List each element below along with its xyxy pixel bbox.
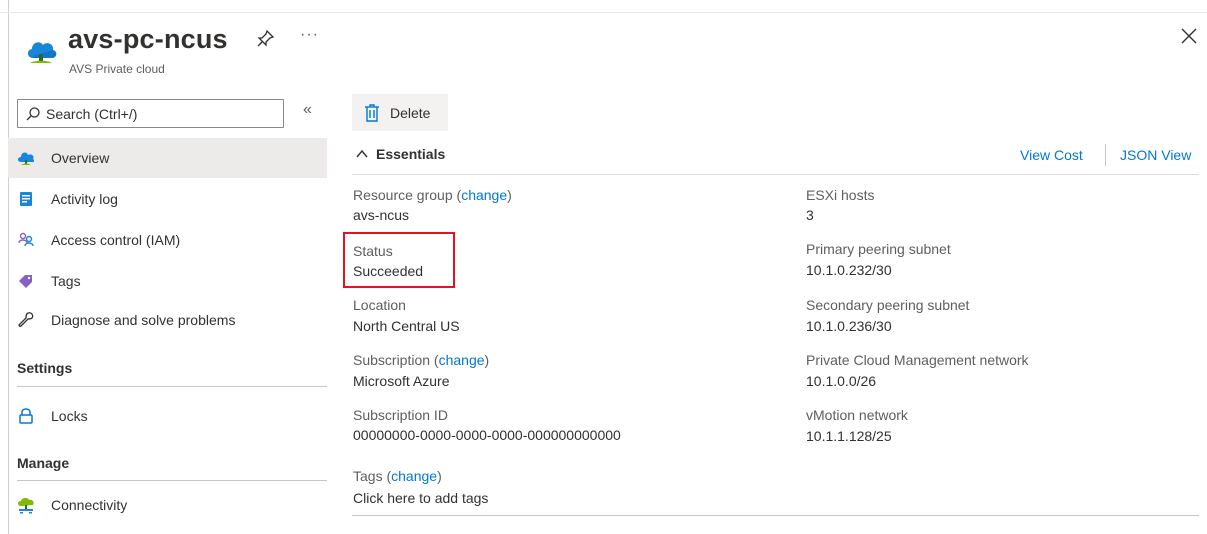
sidebar-item-label: Connectivity — [51, 497, 128, 513]
top-border — [0, 12, 1207, 13]
subscription-value[interactable]: Microsoft Azure — [353, 373, 449, 389]
chevron-up-icon — [356, 149, 368, 158]
secondary-subnet-label: Secondary peering subnet — [806, 297, 970, 313]
page-subtitle: AVS Private cloud — [69, 62, 165, 76]
change-tags-link[interactable]: change — [391, 468, 437, 484]
mgmt-network-value: 10.1.0.0/26 — [806, 373, 877, 389]
close-icon[interactable] — [1180, 27, 1198, 45]
sidebar-item-label: Activity log — [51, 191, 118, 207]
primary-subnet-value: 10.1.0.232/30 — [806, 262, 892, 278]
overview-cloud-icon — [17, 149, 35, 167]
resource-group-label-text: Resource group — [353, 187, 453, 203]
section-divider — [17, 386, 327, 387]
secondary-subnet-value: 10.1.0.236/30 — [806, 318, 892, 334]
connectivity-icon — [17, 496, 35, 514]
subscription-id-label: Subscription ID — [353, 407, 448, 423]
subscription-id-value: 00000000-0000-0000-0000-000000000000 — [353, 427, 621, 443]
status-highlight-box — [343, 232, 455, 288]
vmotion-network-label: vMotion network — [806, 407, 908, 423]
esxi-hosts-value[interactable]: 3 — [806, 207, 814, 223]
link-separator — [1105, 144, 1106, 166]
avs-cloud-icon — [24, 36, 58, 66]
section-divider — [17, 480, 327, 481]
add-tags-link[interactable]: Click here to add tags — [353, 490, 488, 506]
pin-icon[interactable] — [256, 28, 276, 48]
sidebar-item-label: Overview — [51, 150, 110, 166]
sidebar-item-iam[interactable]: Access control (IAM) — [8, 220, 327, 260]
sidebar-item-locks[interactable]: Locks — [8, 396, 327, 436]
resource-group-label: Resource group (change) — [353, 187, 512, 203]
essentials-bottom-divider — [352, 515, 1199, 516]
search-placeholder: Search (Ctrl+/) — [46, 105, 138, 122]
sidebar-item-label: Diagnose and solve problems — [51, 312, 236, 328]
view-cost-link[interactable]: View Cost — [1020, 147, 1083, 163]
lock-icon — [17, 407, 35, 425]
sidebar-item-label: Access control (IAM) — [51, 232, 181, 248]
mgmt-network-label: Private Cloud Management network — [806, 352, 1029, 368]
subscription-label: Subscription (change) — [353, 352, 490, 368]
sidebar-item-connectivity[interactable]: Connectivity — [8, 485, 327, 525]
change-subscription-link[interactable]: change — [439, 352, 485, 368]
change-resource-group-link[interactable]: change — [461, 187, 507, 203]
delete-label: Delete — [390, 104, 431, 121]
more-options-icon[interactable]: ··· — [300, 26, 319, 44]
collapse-sidebar-icon[interactable]: « — [303, 101, 312, 119]
activity-log-icon — [17, 190, 35, 208]
primary-subnet-label: Primary peering subnet — [806, 241, 951, 257]
page-title: avs-pc-ncus — [68, 24, 228, 54]
subscription-label-text: Subscription — [353, 352, 431, 368]
sidebar-item-label: Locks — [51, 408, 88, 424]
delete-button[interactable]: Delete — [352, 94, 448, 131]
location-label: Location — [353, 297, 406, 313]
people-icon — [17, 231, 35, 249]
tag-icon — [17, 272, 35, 290]
trash-icon — [365, 103, 379, 122]
esxi-hosts-label: ESXi hosts — [806, 187, 875, 203]
sidebar-item-tags[interactable]: Tags — [8, 261, 327, 301]
search-input[interactable]: Search (Ctrl+/) — [17, 99, 284, 128]
tags-label: Tags (change) — [353, 468, 442, 484]
sidebar-item-diagnose[interactable]: Diagnose and solve problems — [8, 300, 327, 340]
location-value: North Central US — [353, 318, 460, 334]
essentials-divider — [352, 174, 1199, 175]
vmotion-network-value: 10.1.1.128/25 — [806, 428, 892, 444]
search-icon — [26, 106, 40, 120]
sidebar-item-label: Tags — [51, 273, 81, 289]
tags-label-text: Tags — [353, 468, 383, 484]
section-heading-settings: Settings — [17, 360, 73, 376]
wrench-icon — [17, 311, 35, 329]
resource-group-value[interactable]: avs-ncus — [353, 207, 409, 223]
json-view-link[interactable]: JSON View — [1120, 147, 1191, 163]
section-heading-manage: Manage — [17, 455, 70, 471]
essentials-toggle[interactable]: Essentials — [356, 146, 445, 162]
essentials-label: Essentials — [376, 146, 446, 162]
sidebar-item-activity-log[interactable]: Activity log — [8, 179, 327, 219]
sidebar-item-overview[interactable]: Overview — [8, 138, 327, 178]
